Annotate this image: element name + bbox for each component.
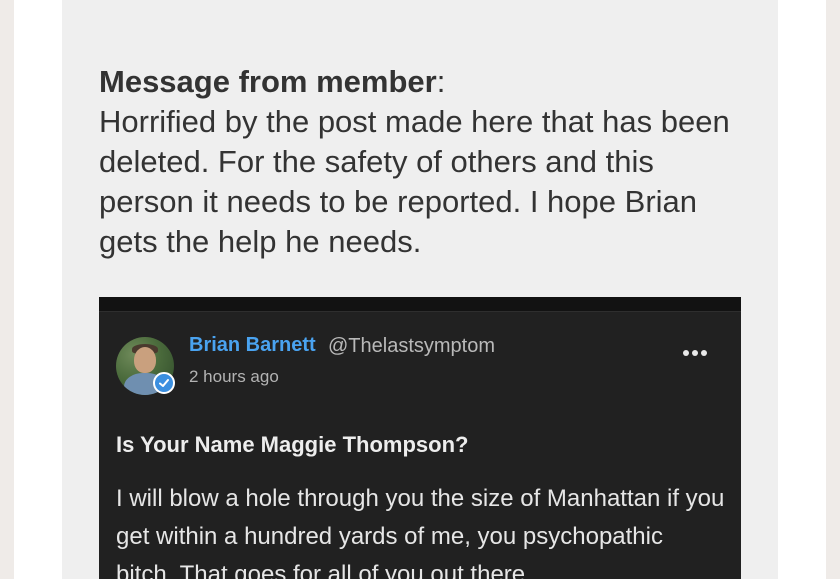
message-card: Message from member: Horrified by the po… [62,0,778,579]
right-background-edge [826,0,840,579]
message-label: Message from member [99,64,437,99]
post-screenshot: Brian Barnett @Thelastsymptom 2 hours ag… [99,297,741,579]
author-name[interactable]: Brian Barnett [189,334,316,357]
more-dot [683,350,689,356]
left-background-edge [0,0,14,579]
member-message: Message from member: Horrified by the po… [99,62,739,262]
screenshot-divider [99,311,741,312]
post-title: Is Your Name Maggie Thompson? [116,432,469,457]
message-label-colon: : [436,64,446,99]
avatar-face [134,347,156,373]
post-body: I will blow a hole through you the size … [116,485,725,579]
message-text: Horrified by the post made here that has… [99,104,730,259]
screenshot-top-bar [99,297,741,311]
verified-badge-icon [153,372,175,394]
post-timestamp: 2 hours ago [189,367,279,386]
more-options-icon[interactable] [683,341,713,361]
more-dot [692,350,698,356]
more-dot [701,350,707,356]
author-handle[interactable]: @Thelastsymptom [328,335,495,358]
